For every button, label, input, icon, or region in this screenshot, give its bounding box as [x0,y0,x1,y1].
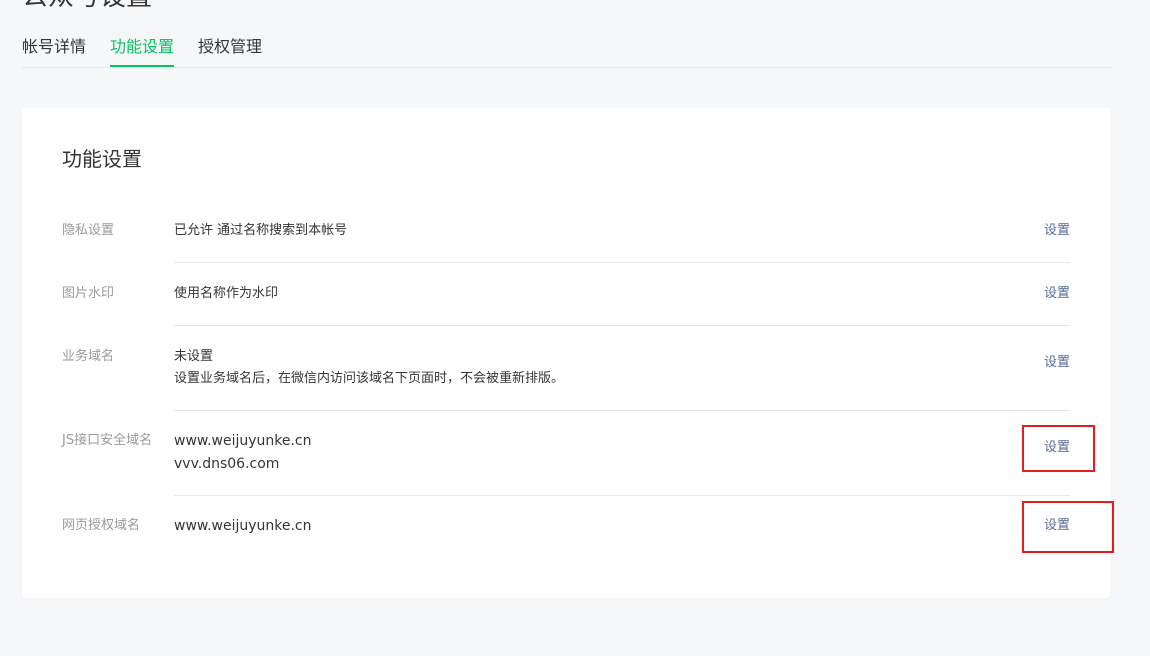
row-label: JS接口安全域名 [62,433,153,448]
function-settings-card: 功能设置 隐私设置 已允许 通过名称搜索到本帐号 设置 图片水印 使用名称作为水… [22,108,1111,598]
row-divider [174,262,1070,263]
row-value: 未设置 [174,349,214,364]
row-label: 隐私设置 [62,223,115,238]
privacy-settings-button[interactable]: 设置 [1044,221,1070,241]
row-divider [174,410,1070,411]
row-value-description: 设置业务域名后，在微信内访问该域名下页面时，不会被重新排版。 [174,371,565,386]
highlight-box-js-domain [1022,425,1095,472]
row-label: 图片水印 [62,286,115,301]
business-domain-settings-button[interactable]: 设置 [1044,353,1070,373]
row-divider [174,495,1070,496]
tab-function-settings[interactable]: 功能设置 [110,36,174,58]
row-value: www.weijuyunke.cn [174,518,312,534]
highlight-box-oauth-domain [1022,501,1114,553]
row-divider [174,325,1070,326]
row-value: vvv.dns06.com [174,456,280,472]
watermark-settings-button[interactable]: 设置 [1044,284,1070,304]
row-value: 使用名称作为水印 [174,286,279,301]
row-label: 网页授权域名 [62,518,141,533]
row-label: 业务域名 [62,349,115,364]
row-value: 已允许 通过名称搜索到本帐号 [174,223,348,238]
tab-bar: 帐号详情 功能设置 授权管理 [22,28,1111,68]
card-title: 功能设置 [62,147,142,171]
active-tab-indicator [110,65,174,67]
tab-authorization-management[interactable]: 授权管理 [198,36,262,58]
page-title: 公众号设置 [22,0,152,12]
row-value: www.weijuyunke.cn [174,433,312,449]
tab-account-details[interactable]: 帐号详情 [22,36,86,58]
